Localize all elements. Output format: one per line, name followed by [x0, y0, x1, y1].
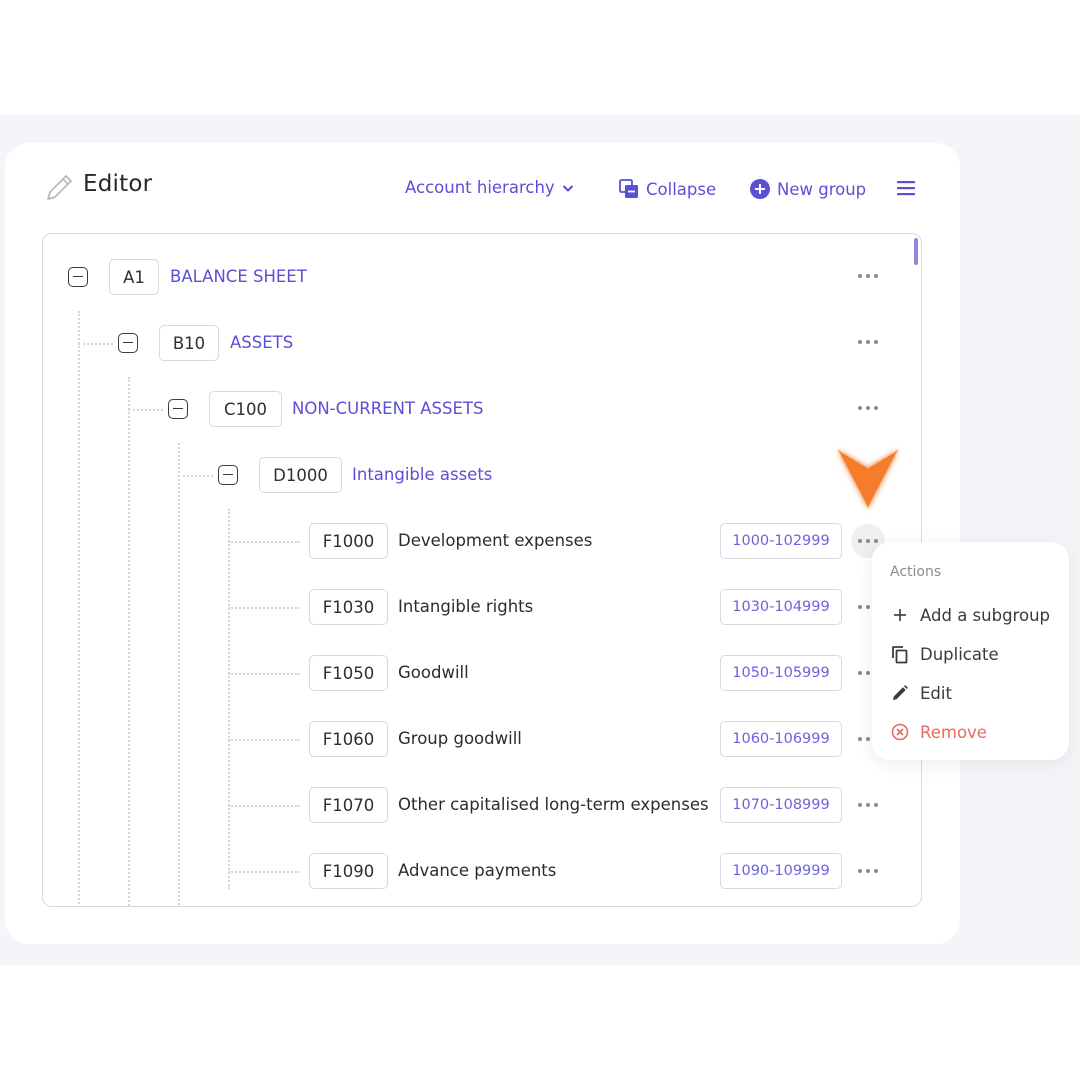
collapse-toggle-icon[interactable] — [218, 465, 238, 485]
account-code: F1090 — [309, 853, 388, 889]
more-actions-button[interactable] — [851, 788, 885, 822]
scrollbar-thumb[interactable] — [914, 238, 918, 265]
duplicate-icon — [892, 646, 908, 664]
account-code: F1060 — [309, 721, 388, 757]
account-range[interactable]: 1070-108999 — [720, 787, 842, 823]
account-label[interactable]: Goodwill — [398, 663, 469, 682]
editor-panel: Editor Account hierarchy Collapse New gr… — [5, 143, 960, 944]
tree-connector — [228, 871, 300, 873]
collapse-icon — [619, 179, 638, 198]
pointer-arrow-icon — [837, 449, 899, 509]
duplicate-menu-item[interactable]: Duplicate — [890, 644, 999, 664]
collapse-button[interactable]: Collapse — [618, 178, 716, 200]
account-code: F1000 — [309, 523, 388, 559]
group-label[interactable]: ASSETS — [230, 333, 293, 352]
account-label[interactable]: Other capitalised long-term expenses — [398, 795, 709, 814]
add-subgroup-menu-item[interactable]: Add a subgroup — [890, 605, 1050, 625]
tree-connector — [228, 673, 300, 675]
plus-circle-icon — [750, 179, 770, 199]
chevron-down-icon — [562, 184, 573, 192]
remove-circle-icon — [891, 723, 909, 741]
group-code: C100 — [209, 391, 282, 427]
account-label[interactable]: Development expenses — [398, 531, 592, 550]
tree-connector — [178, 443, 180, 906]
more-actions-button[interactable] — [851, 854, 885, 888]
tree-connector — [228, 541, 300, 543]
tree-connector — [228, 805, 300, 807]
pencil-icon — [893, 685, 908, 700]
actions-menu-title: Actions — [890, 564, 942, 580]
collapse-toggle-icon[interactable] — [168, 399, 188, 419]
account-range[interactable]: 1000-102999 — [720, 523, 842, 559]
group-label[interactable]: NON-CURRENT ASSETS — [292, 399, 483, 418]
more-actions-button[interactable] — [851, 325, 885, 359]
edit-menu-item[interactable]: Edit — [890, 683, 952, 703]
tree-connector — [178, 475, 213, 477]
group-code: A1 — [109, 259, 159, 295]
account-code: F1070 — [309, 787, 388, 823]
tree-connector — [228, 739, 300, 741]
account-label[interactable]: Advance payments — [398, 861, 556, 880]
tree-connector — [128, 409, 163, 411]
editor-header: Editor Account hierarchy Collapse New gr… — [5, 143, 960, 233]
new-group-label: New group — [777, 179, 867, 199]
account-label[interactable]: Group goodwill — [398, 729, 522, 748]
account-code: F1030 — [309, 589, 388, 625]
more-actions-button[interactable] — [851, 391, 885, 425]
collapse-toggle-icon[interactable] — [118, 333, 138, 353]
tree-connector — [128, 377, 130, 906]
collapse-label: Collapse — [646, 179, 717, 199]
menu-item-label: Duplicate — [920, 644, 999, 664]
group-code: B10 — [159, 325, 219, 361]
tree-connector — [228, 607, 300, 609]
collapse-toggle-icon[interactable] — [68, 267, 88, 287]
account-label[interactable]: Intangible rights — [398, 597, 533, 616]
group-label[interactable]: BALANCE SHEET — [170, 267, 307, 286]
account-range[interactable]: 1090-109999 — [720, 853, 842, 889]
account-range[interactable]: 1030-104999 — [720, 589, 842, 625]
menu-item-label: Remove — [920, 722, 987, 742]
menu-item-label: Edit — [920, 683, 952, 703]
account-range[interactable]: 1060-106999 — [720, 721, 842, 757]
account-range[interactable]: 1050-105999 — [720, 655, 842, 691]
hamburger-menu-icon[interactable] — [895, 177, 917, 199]
group-label[interactable]: Intangible assets — [352, 465, 492, 484]
account-code: F1050 — [309, 655, 388, 691]
hierarchy-select[interactable]: Account hierarchy — [405, 178, 575, 197]
tree-connector — [78, 311, 80, 906]
pencil-icon — [47, 175, 72, 200]
hierarchy-select-label: Account hierarchy — [405, 178, 555, 197]
actions-menu: Actions Add a subgroup Duplicate Edit Re… — [872, 542, 1069, 760]
menu-item-label: Add a subgroup — [920, 605, 1050, 625]
account-tree: A1 BALANCE SHEET B10 ASSETS C100 NON-CUR… — [42, 233, 922, 907]
group-code: D1000 — [259, 457, 342, 493]
new-group-button[interactable]: New group — [749, 178, 866, 200]
plus-icon — [894, 609, 906, 621]
tree-connector — [228, 509, 230, 889]
remove-menu-item[interactable]: Remove — [890, 722, 987, 742]
tree-connector — [78, 343, 113, 345]
more-actions-button[interactable] — [851, 259, 885, 293]
page-title: Editor — [83, 171, 153, 197]
